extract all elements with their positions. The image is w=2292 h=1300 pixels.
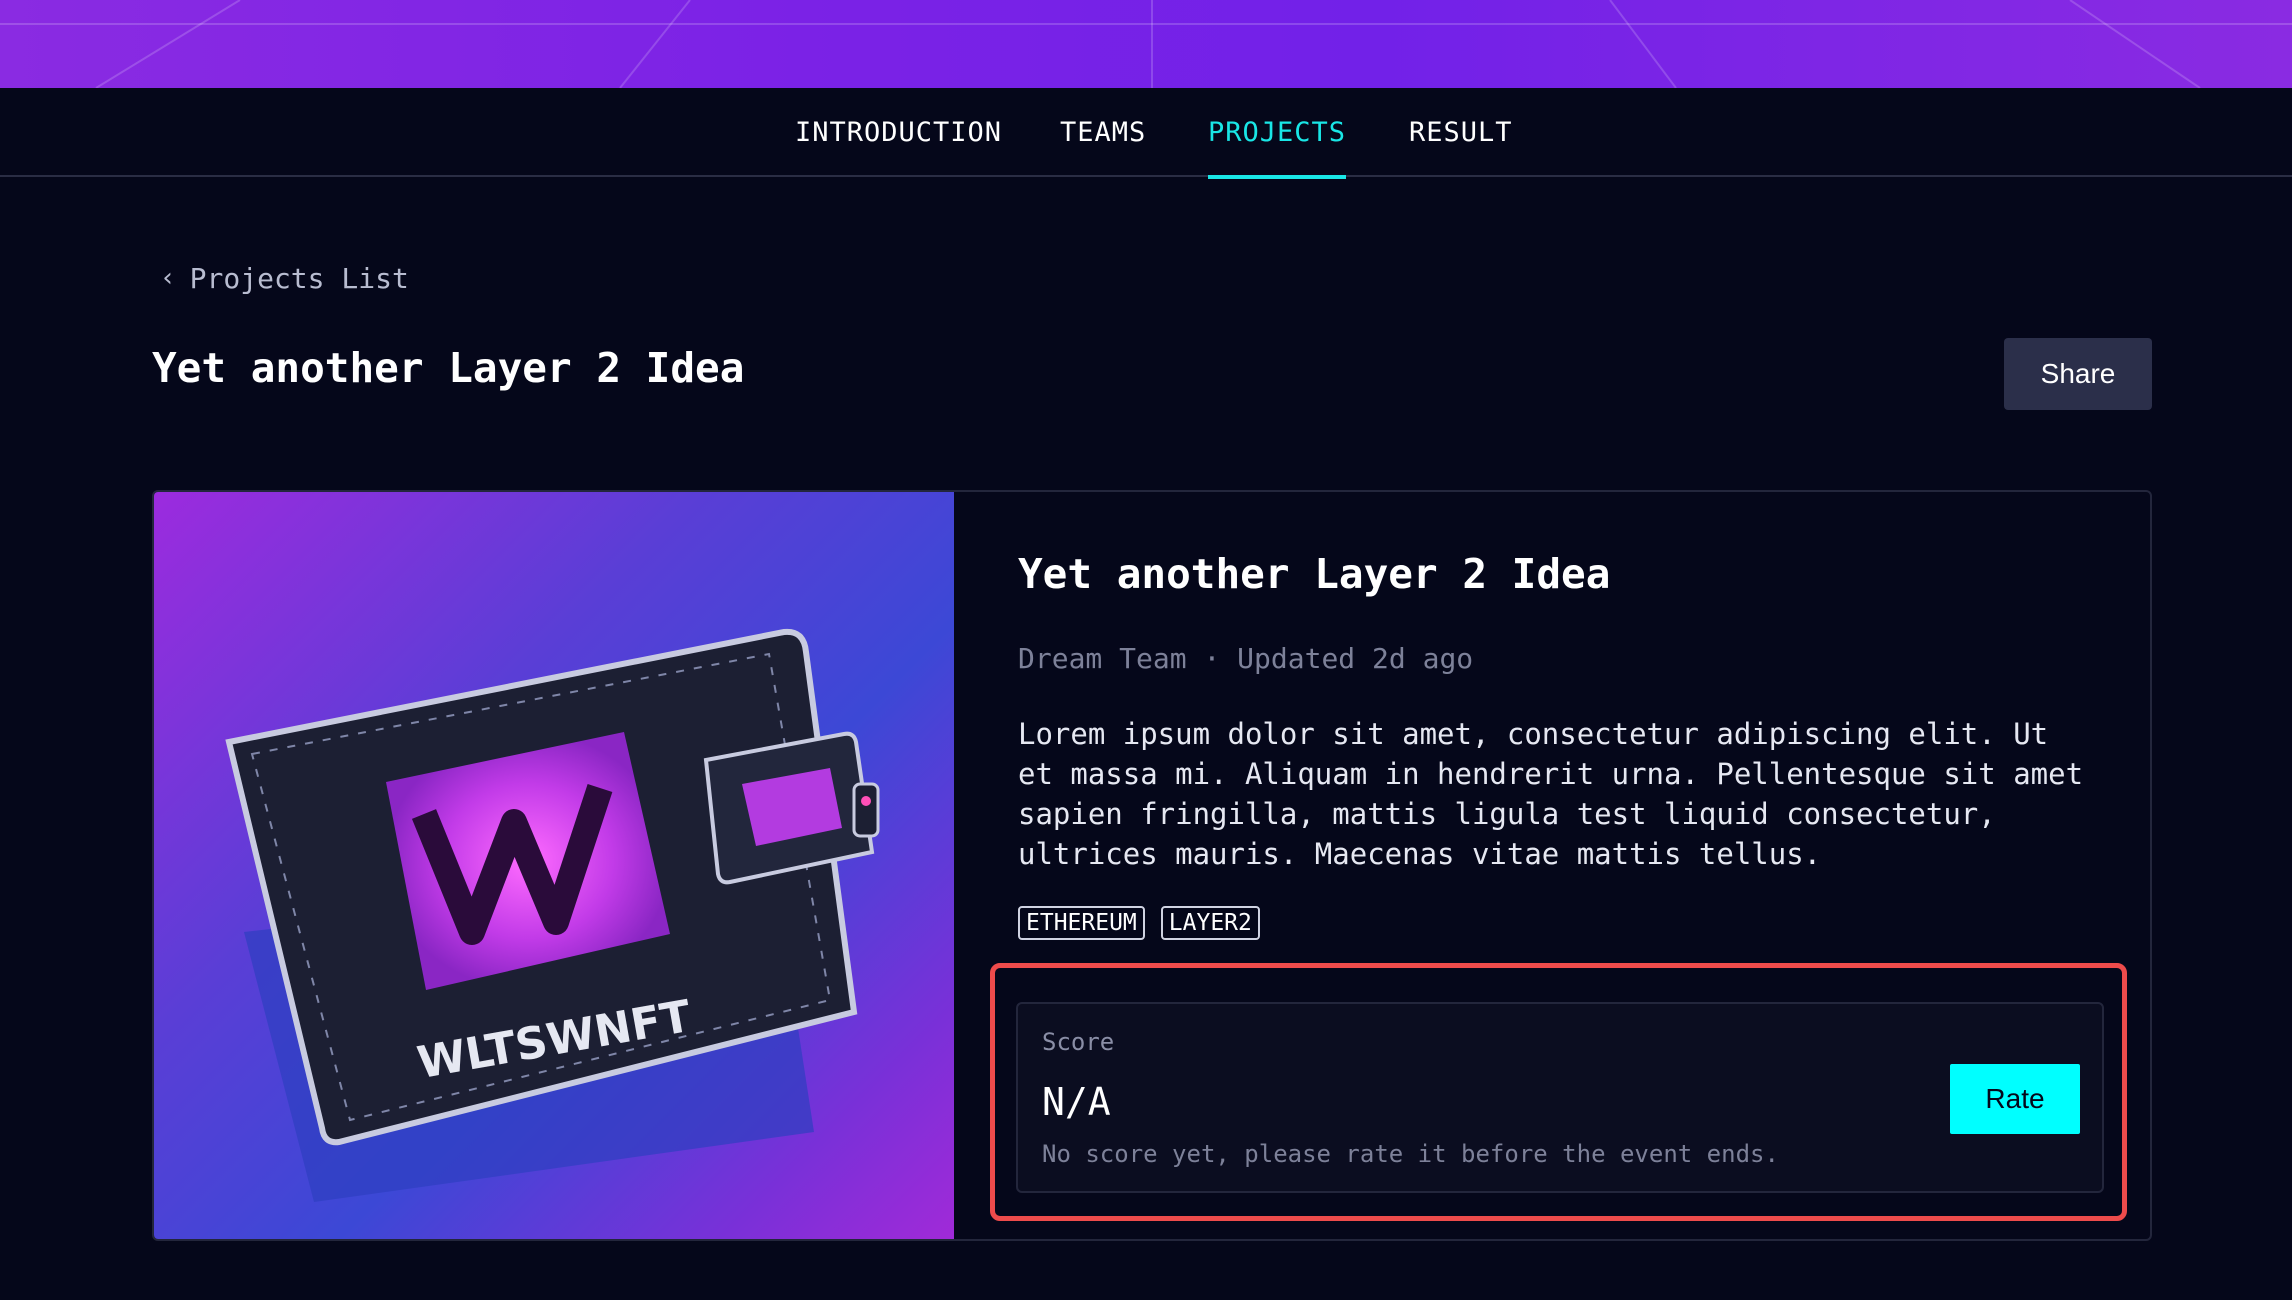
nav-tab-result[interactable]: RESULT — [1409, 88, 1513, 177]
breadcrumb-label: Projects List — [189, 261, 409, 295]
score-value: N/A — [1042, 1080, 1111, 1124]
tag-list: ETHEREUM LAYER2 — [1018, 906, 1260, 940]
nav-tab-introduction[interactable]: INTRODUCTION — [795, 88, 1002, 177]
chevron-left-icon: ‹ — [160, 263, 176, 293]
score-panel: Score N/A No score yet, please rate it b… — [1016, 1002, 2104, 1193]
top-nav: INTRODUCTION TEAMS PROJECTS RESULT — [0, 88, 2292, 179]
project-image: WLTSWNFT — [154, 492, 954, 1239]
project-description: Lorem ipsum dolor sit amet, consectetur … — [1018, 717, 2084, 871]
updated-time: Updated 2d ago — [1237, 642, 1474, 675]
back-to-projects-link[interactable]: ‹ Projects List — [160, 258, 409, 298]
banner-grid-decoration — [0, 0, 2292, 88]
nav-tab-projects[interactable]: PROJECTS — [1208, 88, 1347, 179]
team-name: Dream Team — [1018, 642, 1187, 675]
score-label: Score — [1042, 1028, 1115, 1056]
share-button[interactable]: Share — [2004, 338, 2152, 410]
wallet-illustration: WLTSWNFT — [225, 628, 880, 1202]
top-banner — [0, 0, 2292, 88]
score-note: No score yet, please rate it before the … — [1042, 1140, 1779, 1168]
tag-ethereum: ETHEREUM — [1018, 906, 1145, 940]
project-meta: Dream Team · Updated 2d ago — [1018, 642, 1473, 675]
rate-button[interactable]: Rate — [1950, 1064, 2080, 1134]
tag-layer2: LAYER2 — [1160, 906, 1260, 940]
page-title: Yet another Layer 2 Idea — [152, 344, 745, 392]
project-title: Yet another Layer 2 Idea — [1018, 550, 1611, 598]
nav-tab-teams[interactable]: TEAMS — [1060, 88, 1146, 177]
meta-separator: · — [1203, 642, 1221, 675]
